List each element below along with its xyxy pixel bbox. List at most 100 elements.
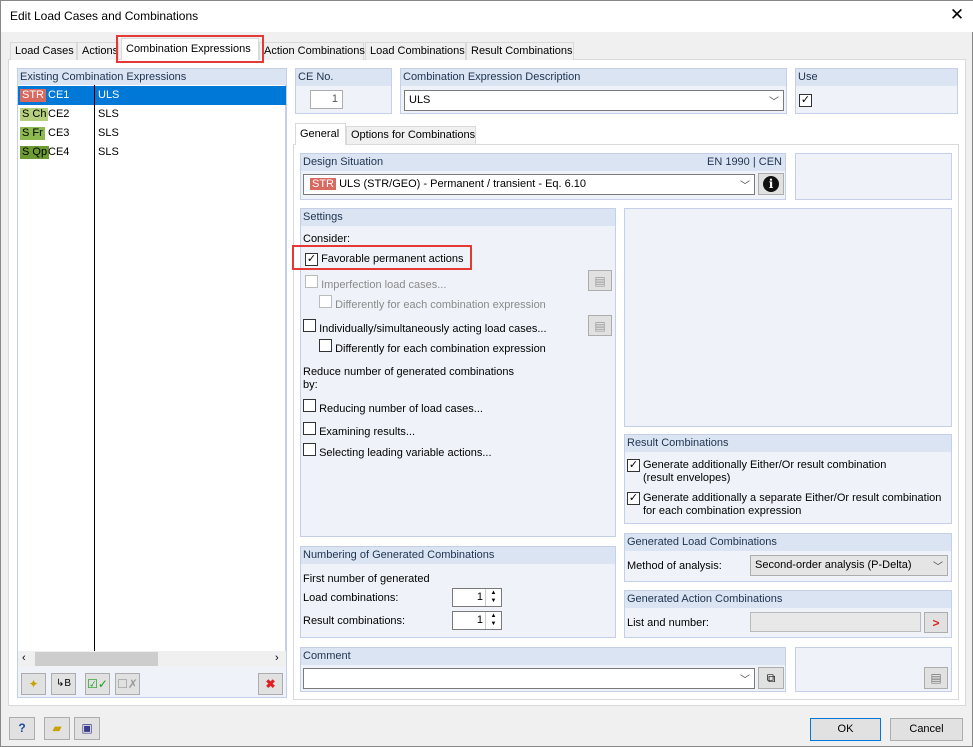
result-combinations-label: Result Combinations bbox=[625, 435, 951, 452]
cancel-button[interactable]: Cancel bbox=[890, 718, 963, 741]
comment-library-button[interactable]: ⧉ bbox=[758, 667, 784, 689]
scroll-right-icon[interactable]: › bbox=[275, 652, 279, 664]
delete-button[interactable]: ✖ bbox=[258, 673, 283, 695]
chevron-down-icon: ﹀ bbox=[740, 181, 750, 192]
tab-actions[interactable]: Actions bbox=[77, 42, 119, 60]
ok-button[interactable]: OK bbox=[810, 718, 881, 741]
list-details-button[interactable]: > bbox=[924, 612, 948, 633]
either-or-label: Generate additionally Either/Or result c… bbox=[643, 459, 887, 471]
result-combinations-group: Result Combinations ✓ Generate additiona… bbox=[624, 434, 952, 524]
reducing-checkbox[interactable] bbox=[303, 399, 316, 412]
generated-load-group: Generated Load Combinations Method of an… bbox=[624, 533, 952, 582]
imperfection-option[interactable]: Imperfection load cases... bbox=[305, 275, 446, 291]
description-label: Combination Expression Description bbox=[401, 69, 786, 86]
tab-load-cases[interactable]: Load Cases bbox=[10, 42, 77, 60]
list-item[interactable]: S Ch CE2 SLS bbox=[18, 105, 286, 124]
load-combinations-stepper[interactable]: 1 ▲ ▼ bbox=[452, 588, 502, 607]
help-button[interactable]: ? bbox=[9, 717, 35, 740]
tab-load-combinations[interactable]: Load Combinations bbox=[365, 42, 466, 60]
generated-load-label: Generated Load Combinations bbox=[625, 534, 951, 551]
edit-dialog-button[interactable]: ▤ bbox=[924, 667, 948, 689]
ce-desc: ULS bbox=[98, 89, 120, 101]
diff1-option[interactable]: Differently for each combination express… bbox=[319, 295, 546, 311]
use-group: Use ✓ bbox=[795, 68, 958, 114]
ce-no-group: CE No. 1 bbox=[295, 68, 392, 114]
generated-action-group: Generated Action Combinations List and n… bbox=[624, 590, 952, 638]
imperfection-edit-button[interactable]: ▤ bbox=[588, 270, 612, 291]
design-situation-select[interactable]: STR ULS (STR/GEO) - Permanent / transien… bbox=[303, 174, 755, 195]
design-situation-group: Design Situation EN 1990 | CEN STR ULS (S… bbox=[300, 153, 786, 200]
ce-name: CE2 bbox=[48, 108, 70, 120]
separate-either-or-label: Generate additionally a separate Either/… bbox=[643, 492, 942, 504]
existing-ce-header: Existing Combination Expressions bbox=[18, 69, 286, 86]
uncheck-all-button[interactable]: ☐✗ bbox=[115, 673, 140, 695]
individually-option[interactable]: Individually/simultaneously acting load … bbox=[303, 319, 547, 335]
diff1-checkbox[interactable] bbox=[319, 295, 332, 308]
examining-option[interactable]: Examining results... bbox=[303, 422, 415, 438]
rename-ab-icon: ↳B bbox=[55, 678, 72, 689]
individually-checkbox[interactable] bbox=[303, 319, 316, 332]
rename-button[interactable]: ↳B bbox=[51, 673, 76, 695]
selecting-option[interactable]: Selecting leading variable actions... bbox=[303, 443, 492, 459]
tab-general[interactable]: General bbox=[295, 123, 346, 145]
reducing-option[interactable]: Reducing number of load cases... bbox=[303, 399, 483, 415]
scroll-left-icon[interactable]: ‹ bbox=[22, 652, 26, 664]
folder-open-icon: ▰ bbox=[52, 721, 62, 735]
edit-dialog-icon: ▤ bbox=[930, 671, 942, 685]
comment-input[interactable]: ﹀ bbox=[303, 668, 755, 689]
list-item[interactable]: STR CE1 ULS bbox=[18, 86, 286, 105]
highlight-box bbox=[292, 245, 472, 270]
horizontal-scrollbar[interactable]: ‹ › bbox=[18, 651, 286, 667]
ce-desc: SLS bbox=[98, 108, 119, 120]
ce-no-label: CE No. bbox=[296, 69, 391, 86]
method-value: Second-order analysis (P-Delta) bbox=[755, 559, 912, 571]
ce-desc: SLS bbox=[98, 127, 119, 139]
ce-list[interactable]: STR CE1 ULS S Ch CE2 SLS S Fr CE3 SLS S … bbox=[17, 85, 286, 651]
highlight-box bbox=[116, 35, 264, 63]
blank-box-bottom: ▤ bbox=[795, 647, 952, 692]
reduce-label: Reduce number of generated combinations bbox=[303, 366, 514, 378]
individually-edit-button[interactable]: ▤ bbox=[588, 315, 612, 336]
method-label: Method of analysis: bbox=[627, 560, 722, 572]
separate-either-or-checkbox[interactable]: ✓ bbox=[627, 492, 640, 505]
open-button[interactable]: ▰ bbox=[44, 717, 70, 740]
blank-box-middle bbox=[624, 208, 952, 427]
diff2-checkbox[interactable] bbox=[319, 339, 332, 352]
ce-desc: SLS bbox=[98, 146, 119, 158]
list-item[interactable]: S Qp CE4 SLS bbox=[18, 143, 286, 162]
imperfection-checkbox[interactable] bbox=[305, 275, 318, 288]
either-or-checkbox[interactable]: ✓ bbox=[627, 459, 640, 472]
check-all-button[interactable]: ☑✓ bbox=[85, 673, 110, 695]
ce-no-input[interactable]: 1 bbox=[310, 90, 343, 109]
list-item[interactable]: S Fr CE3 SLS bbox=[18, 124, 286, 143]
settings-label: Settings bbox=[301, 209, 615, 226]
imperfection-label: Imperfection load cases... bbox=[321, 279, 447, 291]
new-ce-button[interactable]: ✦ bbox=[21, 673, 46, 695]
info-icon: i bbox=[763, 176, 779, 192]
result-combinations-num-label: Result combinations: bbox=[303, 615, 406, 627]
result-start-value: 1 bbox=[476, 614, 483, 626]
close-button[interactable]: ✕ bbox=[947, 5, 967, 25]
list-number-field[interactable] bbox=[750, 612, 921, 632]
selecting-checkbox[interactable] bbox=[303, 443, 316, 456]
info-button[interactable]: i bbox=[758, 173, 784, 195]
description-select[interactable]: ULS ﹀ bbox=[404, 90, 784, 111]
tab-options-for-combinations[interactable]: Options for Combinations bbox=[346, 126, 476, 144]
tab-result-combinations[interactable]: Result Combinations bbox=[466, 42, 574, 60]
diff2-option[interactable]: Differently for each combination express… bbox=[319, 339, 546, 355]
use-checkbox[interactable]: ✓ bbox=[799, 94, 812, 107]
edit-dialog-icon: ▤ bbox=[594, 274, 606, 288]
save-button[interactable]: ▣ bbox=[74, 717, 100, 740]
tag-badge: S Qp bbox=[20, 146, 50, 159]
method-select[interactable]: Second-order analysis (P-Delta) ﹀ bbox=[750, 555, 948, 576]
ce-name: CE3 bbox=[48, 127, 70, 139]
check-all-icon: ☑✓ bbox=[87, 677, 108, 691]
reduce-by-label: by: bbox=[303, 379, 318, 391]
result-combinations-stepper[interactable]: 1 ▲ ▼ bbox=[452, 611, 502, 630]
scroll-thumb[interactable] bbox=[35, 652, 158, 666]
spin-arrows-icon[interactable]: ▲ ▼ bbox=[485, 612, 501, 629]
description-group: Combination Expression Description ULS ﹀ bbox=[400, 68, 787, 114]
tab-action-combinations[interactable]: Action Combinations bbox=[259, 42, 365, 60]
examining-checkbox[interactable] bbox=[303, 422, 316, 435]
spin-arrows-icon[interactable]: ▲ ▼ bbox=[485, 589, 501, 606]
